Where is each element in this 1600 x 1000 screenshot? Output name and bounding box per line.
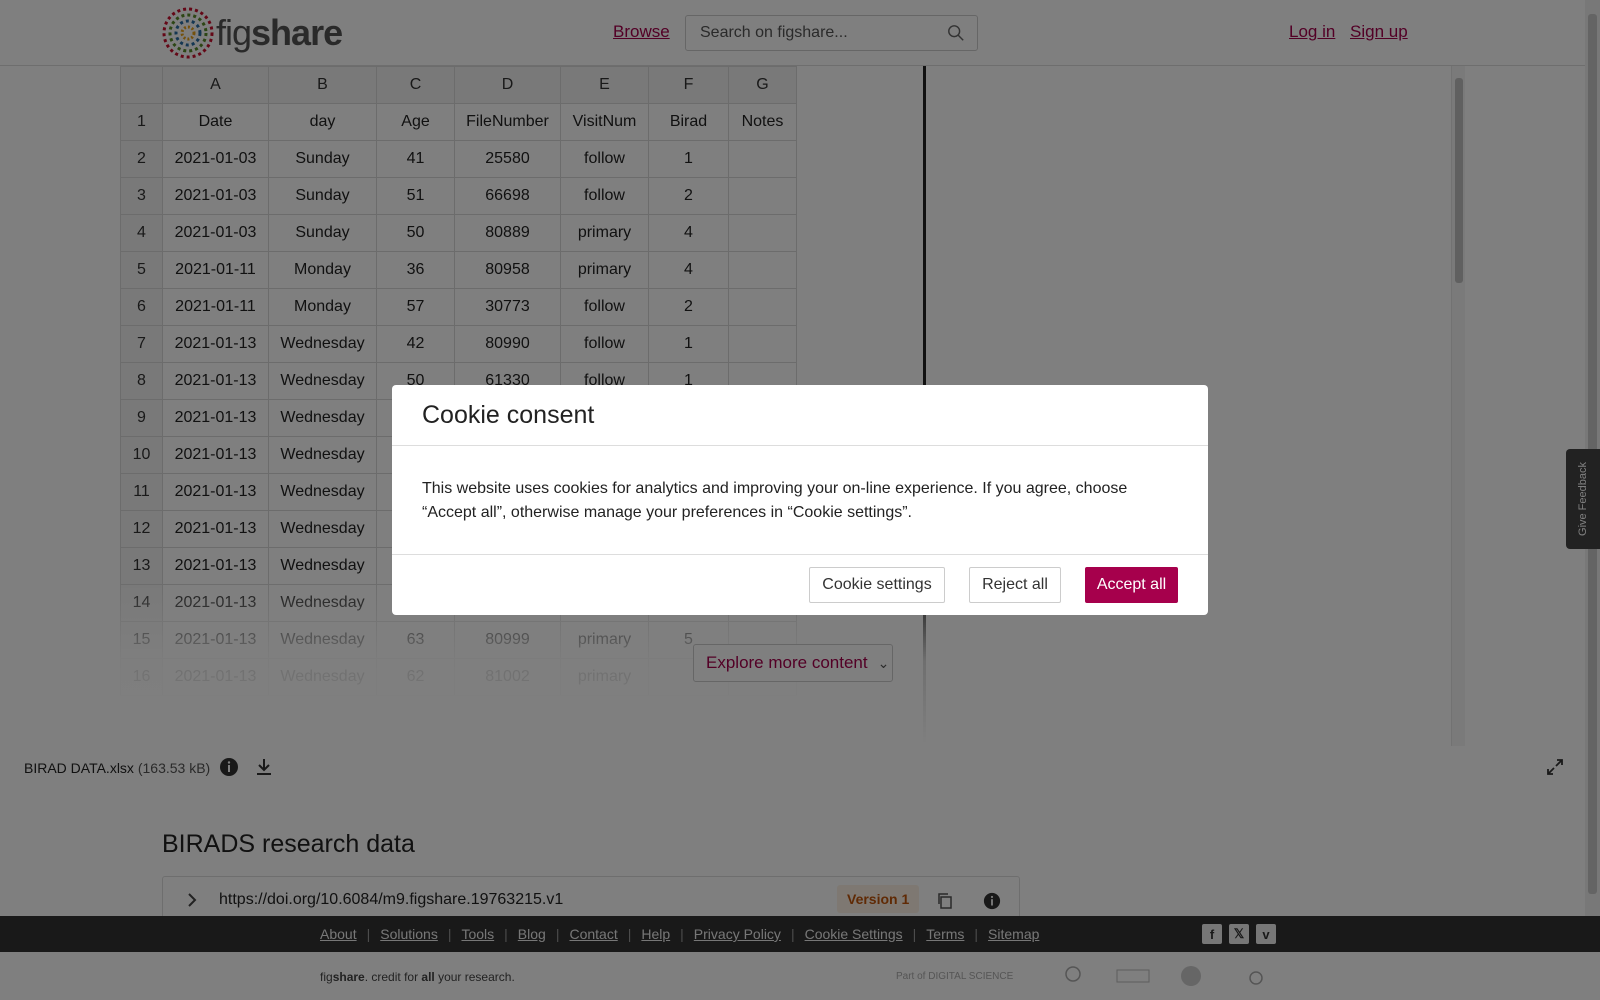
cookie-title: Cookie consent (422, 401, 595, 429)
cookie-settings-button[interactable]: Cookie settings (809, 567, 945, 603)
cookie-divider-top (392, 445, 1208, 446)
accept-all-button[interactable]: Accept all (1085, 567, 1178, 603)
cookie-divider-bottom (392, 554, 1208, 555)
cookie-message: This website uses cookies for analytics … (422, 480, 1128, 521)
reject-all-button[interactable]: Reject all (969, 567, 1061, 603)
cookie-consent-dialog: Cookie consent This website uses cookies… (392, 385, 1208, 615)
